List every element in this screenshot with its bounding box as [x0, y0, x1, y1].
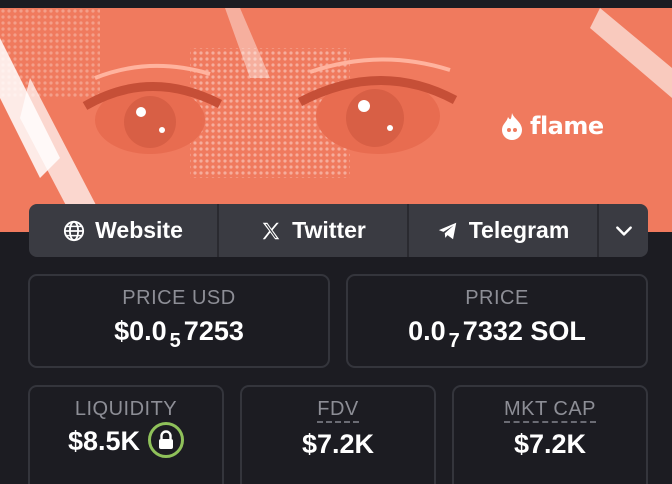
mkt-cap-label-wrap: MKT CAP	[454, 398, 646, 423]
liquidity-lock-badge[interactable]	[148, 422, 185, 458]
website-label: Website	[95, 217, 183, 243]
liquidity-value-row: $8.5K	[30, 422, 222, 461]
banner-top-border	[0, 0, 672, 8]
fdv-value: $7.2K	[301, 429, 375, 459]
twitter-link[interactable]: Twitter	[219, 204, 409, 257]
telegram-link[interactable]: Telegram	[409, 204, 599, 257]
price-usd-suffix: 7253	[183, 316, 244, 346]
price-usd-prefix: $0.0	[114, 316, 167, 346]
price-value: 0.0 7 7332 SOL	[348, 316, 646, 352]
twitter-label: Twitter	[292, 217, 366, 243]
more-links-button[interactable]	[599, 204, 648, 257]
liquidity-label: LIQUIDITY	[74, 398, 178, 420]
social-links-bar: Website Twitter Telegram	[29, 204, 648, 257]
price-usd-value: $0.0 5 7253	[30, 316, 328, 352]
fdv-card: FDV $7.2K	[240, 385, 436, 484]
telegram-icon	[438, 222, 456, 239]
lock-icon	[159, 430, 174, 449]
mkt-cap-label[interactable]: MKT CAP	[503, 398, 597, 423]
globe-icon	[64, 220, 85, 241]
mkt-cap-value: $7.2K	[513, 429, 587, 459]
brand-logo: flame	[500, 106, 604, 146]
price-suffix: 7332 SOL	[462, 316, 586, 346]
telegram-label: Telegram	[468, 217, 570, 243]
chevron-down-icon	[615, 225, 632, 236]
website-link[interactable]: Website	[29, 204, 219, 257]
price-usd-zero-count: 5	[169, 330, 181, 352]
price-card: PRICE 0.0 7 7332 SOL	[346, 274, 648, 368]
liquidity-card: LIQUIDITY $8.5K	[28, 385, 224, 484]
price-usd-card: PRICE USD $0.0 5 7253	[28, 274, 330, 368]
mkt-cap-card: MKT CAP $7.2K	[452, 385, 648, 484]
token-banner: flame	[0, 0, 672, 232]
price-zero-count: 7	[448, 330, 460, 352]
x-logo-icon	[262, 222, 280, 239]
price-prefix: 0.0	[408, 316, 446, 346]
price-usd-label: PRICE USD	[122, 287, 236, 309]
flame-icon	[502, 113, 522, 140]
fdv-label[interactable]: FDV	[317, 398, 359, 423]
price-label: PRICE	[465, 287, 529, 309]
liquidity-value: $8.5K	[67, 426, 141, 457]
brand-name: flame	[530, 112, 604, 140]
fdv-label-wrap: FDV	[242, 398, 434, 423]
